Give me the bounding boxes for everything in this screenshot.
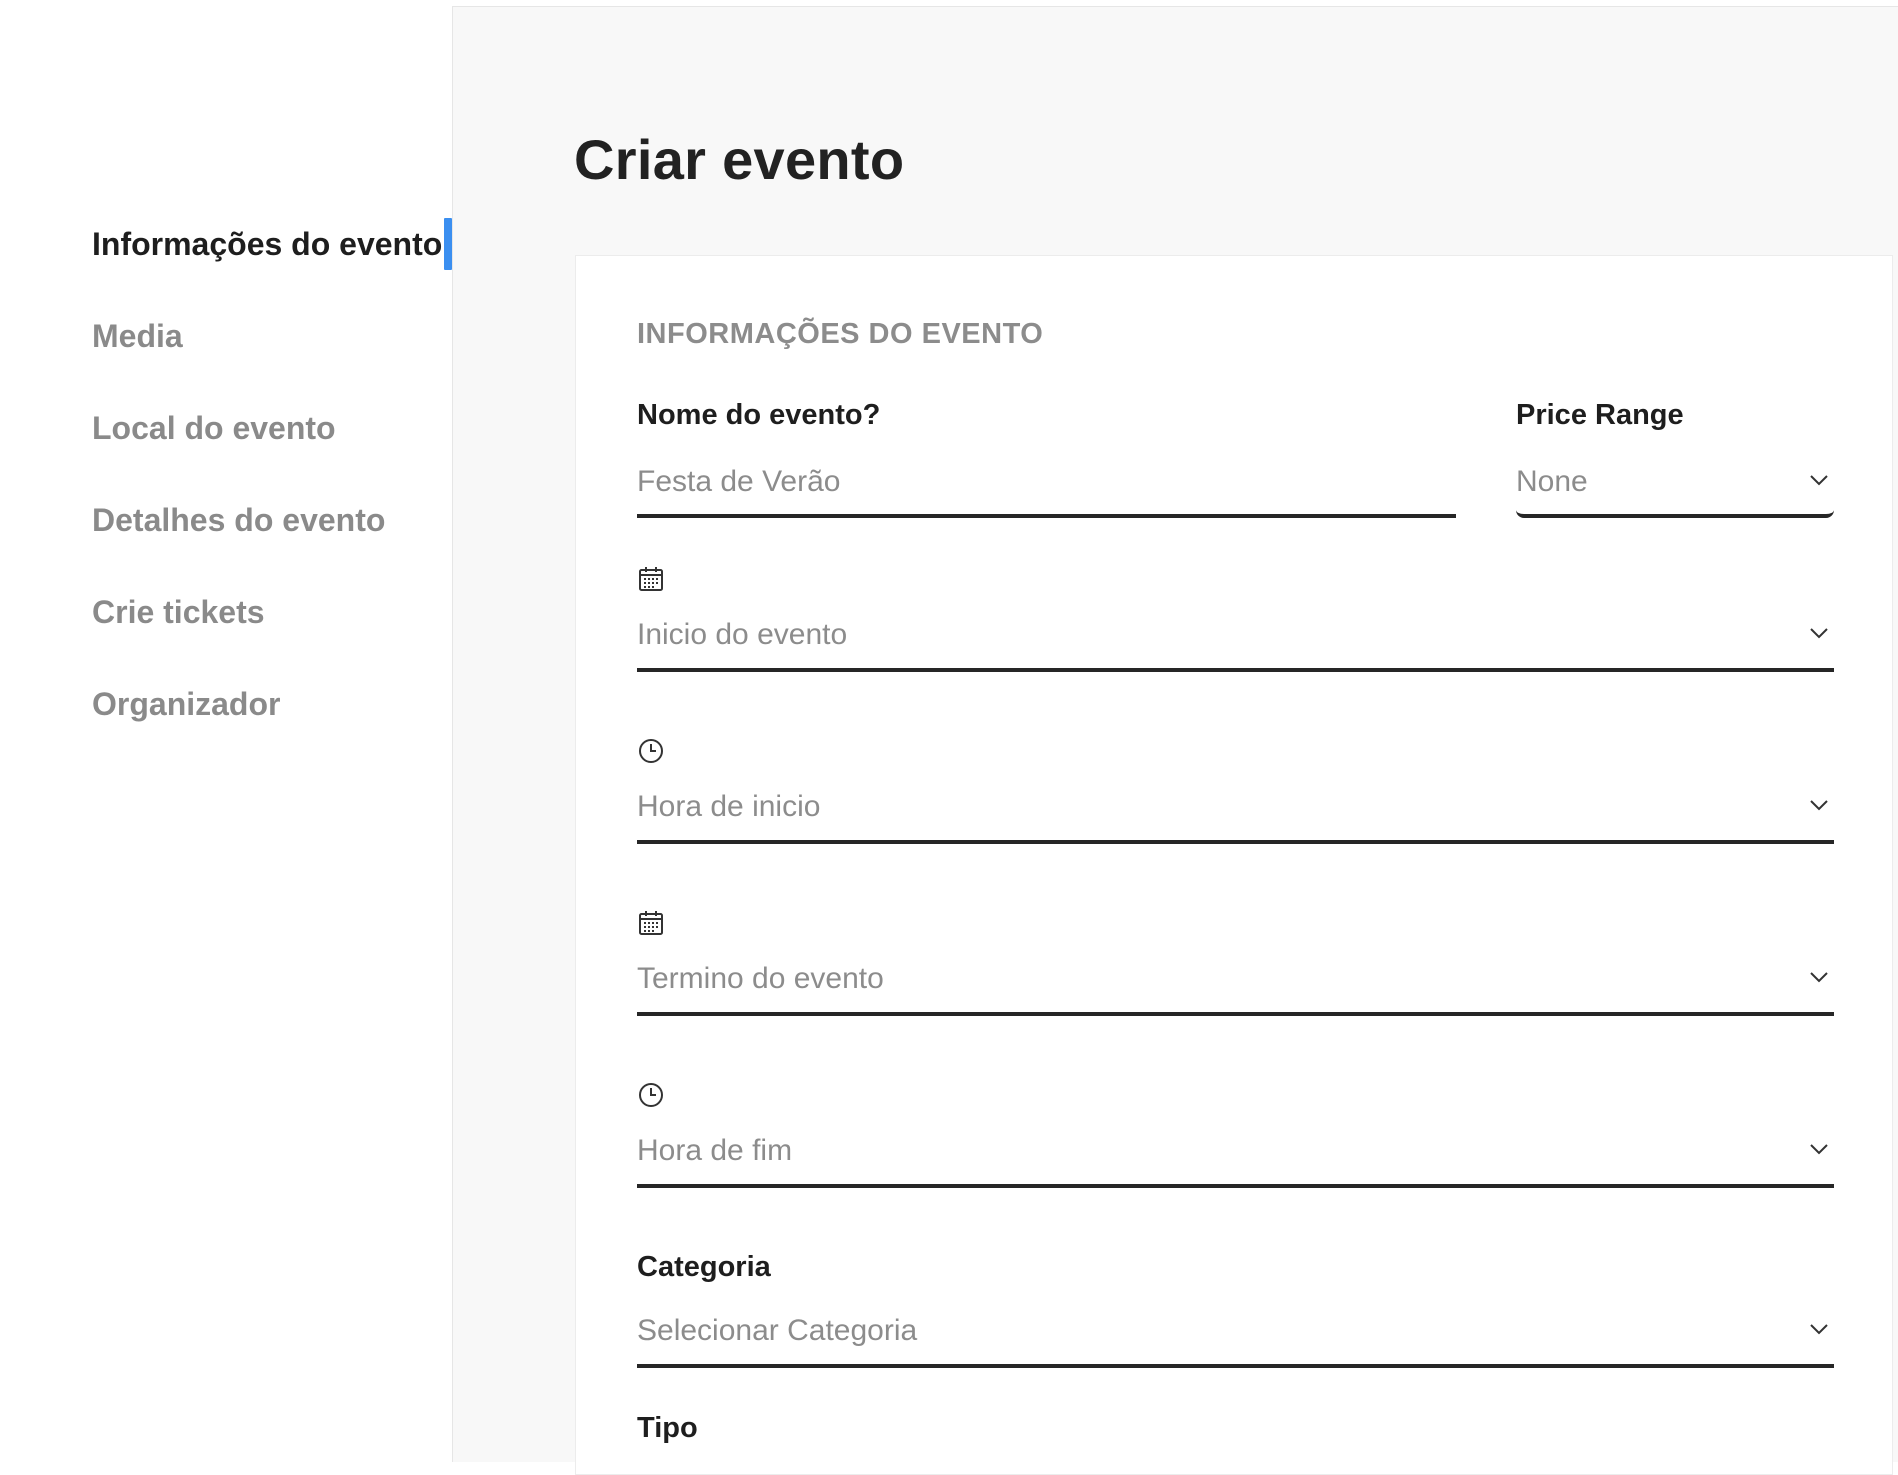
clock-icon (639, 1083, 663, 1107)
sidebar-item-crie-tickets[interactable]: Crie tickets (0, 586, 452, 638)
start-time-placeholder: Hora de inicio (637, 790, 821, 823)
chevron-down-icon (1810, 1324, 1828, 1335)
price-range-value: None (1516, 465, 1588, 498)
end-time-placeholder: Hora de fim (637, 1134, 793, 1167)
category-select[interactable]: Selecionar Categoria (637, 1302, 1834, 1368)
price-range-label: Price Range (1516, 399, 1684, 431)
sidebar-item-label: Local do evento (92, 409, 336, 446)
sidebar-item-detalhes-do-evento[interactable]: Detalhes do evento (0, 494, 452, 546)
sidebar-item-label: Media (92, 317, 183, 354)
chevron-down-icon (1810, 1144, 1828, 1155)
start-date-placeholder: Inicio do evento (637, 618, 848, 651)
page-title: Criar evento (574, 128, 905, 191)
section-title: INFORMAÇÕES DO EVENTO (637, 318, 1044, 350)
active-indicator (444, 218, 452, 270)
sidebar: Informações do evento Media Local do eve… (0, 0, 452, 1462)
main-content: Criar evento INFORMAÇÕES DO EVENTO Nome … (452, 6, 1898, 1475)
sidebar-item-organizador[interactable]: Organizador (0, 678, 452, 730)
event-info-card: INFORMAÇÕES DO EVENTO Nome do evento? Fe… (575, 255, 1893, 1475)
calendar-icon (639, 567, 663, 591)
sidebar-item-label: Detalhes do evento (92, 501, 386, 538)
sidebar-nav: Informações do evento Media Local do eve… (0, 218, 452, 770)
sidebar-item-media[interactable]: Media (0, 310, 452, 362)
end-date-select[interactable]: Termino do evento (637, 950, 1834, 1016)
event-name-label: Nome do evento? (637, 399, 881, 431)
start-date-select[interactable]: Inicio do evento (637, 606, 1834, 672)
type-label: Tipo (637, 1412, 698, 1444)
category-label: Categoria (637, 1251, 771, 1283)
category-placeholder: Selecionar Categoria (637, 1314, 918, 1347)
event-name-placeholder: Festa de Verão (637, 465, 841, 498)
price-range-select[interactable]: None (1516, 454, 1834, 518)
calendar-icon (639, 911, 663, 935)
sidebar-item-label: Crie tickets (92, 593, 265, 630)
chevron-down-icon (1810, 800, 1828, 811)
end-date-placeholder: Termino do evento (637, 962, 884, 995)
event-name-input[interactable]: Festa de Verão (637, 454, 1456, 518)
clock-icon (639, 739, 663, 763)
sidebar-item-label: Informações do evento (92, 225, 443, 262)
chevron-down-icon (1810, 628, 1828, 639)
end-time-select[interactable]: Hora de fim (637, 1122, 1834, 1188)
chevron-down-icon (1810, 972, 1828, 983)
chevron-down-icon (1810, 475, 1828, 486)
sidebar-item-informacoes-do-evento[interactable]: Informações do evento (0, 218, 452, 270)
sidebar-item-label: Organizador (92, 685, 281, 722)
start-time-select[interactable]: Hora de inicio (637, 778, 1834, 844)
sidebar-item-local-do-evento[interactable]: Local do evento (0, 402, 452, 454)
